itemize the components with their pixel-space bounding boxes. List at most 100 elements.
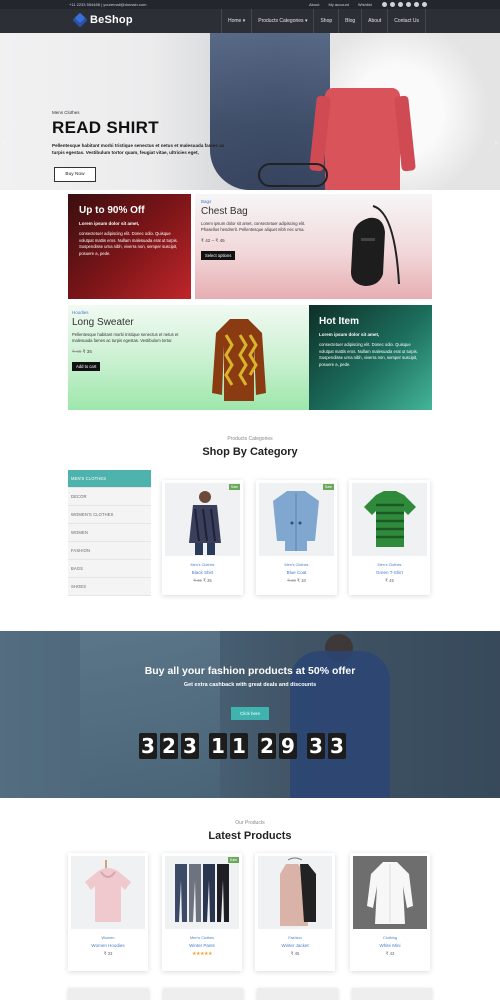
sale-badge: Sale [227, 857, 239, 863]
countdown-timer: 3 2 3 1 1 2 9 3 3 [139, 733, 346, 759]
product-name[interactable]: White Mini [350, 943, 430, 948]
product-category[interactable]: Men's Clothes [349, 563, 430, 567]
twitter-icon[interactable] [390, 1, 395, 7]
category-list: MEN'S CLOTHES DECOR WOMEN'S CLOTHES WOME… [68, 470, 151, 596]
linkedin-icon[interactable] [406, 1, 411, 7]
main-nav: Home ▾ Products Categories ▾ Shop Blog A… [221, 9, 426, 33]
product-card-partial[interactable] [351, 988, 432, 1000]
promo-old-price: ₹ 45 [72, 349, 82, 354]
category-mens-clothes[interactable]: MEN'S CLOTHES [68, 470, 151, 488]
product-category[interactable]: Clothing [350, 936, 430, 940]
buy-now-button[interactable]: Buy Now [54, 167, 96, 182]
product-image[interactable] [259, 483, 334, 556]
product-card-partial[interactable] [68, 988, 149, 1000]
promo-new-price: ₹ 35 [82, 349, 92, 354]
product-category[interactable]: Men's Clothes [256, 563, 337, 567]
new-price: ₹ 35 [203, 578, 212, 583]
product-card-women-hoodies[interactable]: Women Women Hoodies ₹ 33 [68, 853, 148, 971]
product-card-winter-pants[interactable]: Sale Men's Clothes Winter Pants ★★★★★ [162, 853, 242, 971]
nav-shop[interactable]: Shop [313, 9, 338, 33]
promo-chest-bag: Bags Chest Bag Lorem ipsum dolor sit ame… [195, 194, 432, 299]
countdown-separator [300, 733, 304, 759]
countdown-digit: 3 [181, 733, 199, 759]
product-image[interactable] [353, 856, 427, 929]
promo-hot-item[interactable]: Hot Item Lorem ipsum dolor sit amet, con… [309, 305, 432, 410]
promo-text: consectetuer adipiscing elit. Donec odio… [79, 231, 178, 256]
new-price: ₹ 18 [297, 578, 306, 583]
product-name[interactable]: Winter Jacket [255, 943, 335, 948]
product-image[interactable] [165, 483, 240, 556]
latest-title: Latest Products [208, 830, 292, 842]
product-card-blue-coat[interactable]: Sale Men's Clothes Blue Coat ₹ 20 ₹ 18 [256, 480, 337, 595]
product-name[interactable]: Black Shirt [162, 570, 243, 575]
instagram-icon[interactable] [414, 1, 419, 7]
hero-description: Pellentesque habitant morbi tristique se… [52, 143, 225, 155]
latest-subtitle: Our Products [235, 820, 265, 826]
category-women[interactable]: WOMEN [68, 524, 151, 542]
countdown-digit: 1 [230, 733, 248, 759]
product-name[interactable]: Blue Coat [256, 570, 337, 575]
nav-products-categories[interactable]: Products Categories ▾ [251, 9, 313, 33]
top-link-about[interactable]: About [309, 2, 319, 7]
product-category[interactable]: Fashion [255, 936, 335, 940]
nav-blog[interactable]: Blog [338, 9, 361, 33]
facebook-icon[interactable] [382, 1, 387, 7]
promo-bold-text: Lorem ipsum dolor sit amet, [79, 221, 140, 226]
product-name[interactable]: Winter Pants [162, 943, 242, 948]
category-decor[interactable]: DECOR [68, 488, 151, 506]
product-image[interactable] [165, 856, 239, 929]
product-card-partial[interactable] [162, 988, 243, 1000]
countdown-separator [202, 733, 206, 759]
chest-bag-image [351, 205, 400, 286]
slider-next-icon[interactable]: › [495, 140, 497, 147]
product-card-green-tshirt[interactable]: Men's Clothes Green T-Shirt ₹ 45 [349, 480, 430, 595]
product-image[interactable] [71, 856, 145, 929]
site-logo[interactable]: BeShop [72, 12, 133, 28]
white-mini-image [367, 862, 413, 924]
category-fashion[interactable]: FASHION [68, 542, 151, 560]
product-image[interactable] [258, 856, 332, 929]
category-bags[interactable]: BAGS [68, 560, 151, 578]
nav-home[interactable]: Home ▾ [221, 9, 251, 33]
logo-text: BeShop [90, 14, 133, 26]
nav-contact-us[interactable]: Contact Us [387, 9, 426, 33]
winter-jacket-image [280, 857, 316, 926]
product-name[interactable]: Women Hoodies [68, 943, 148, 948]
product-image[interactable] [352, 483, 427, 556]
category-shoes[interactable]: SHOES [68, 578, 151, 596]
product-category[interactable]: Men's Clothes [162, 563, 243, 567]
add-to-cart-button[interactable]: Add to cart [72, 362, 101, 371]
google-icon[interactable] [398, 1, 403, 7]
pinterest-icon[interactable] [422, 1, 427, 7]
category-womens-clothes[interactable]: WOMEN'S CLOTHES [68, 506, 151, 524]
old-price: ₹ 20 [287, 578, 296, 583]
promo-title: Up to 90% Off [79, 205, 145, 216]
countdown-digit: 2 [258, 733, 276, 759]
site-header: BeShop Home ▾ Products Categories ▾ Shop… [0, 9, 500, 33]
women-hoodies-image [85, 860, 131, 922]
promo-category-link[interactable]: Hoodies [72, 310, 305, 315]
nav-about[interactable]: About [361, 9, 387, 33]
promo-title[interactable]: Long Sweater [72, 317, 305, 328]
hero-slider: Mens Clothes READ SHIRT Pellentesque hab… [0, 33, 500, 190]
countdown-digit: 3 [328, 733, 346, 759]
countdown-digit: 1 [209, 733, 227, 759]
product-price: ₹ 33 [103, 951, 113, 956]
select-options-button[interactable]: Select options [201, 251, 236, 260]
product-name[interactable]: Green T-Shirt [349, 570, 430, 575]
product-category[interactable]: Women [68, 936, 148, 940]
promo-up-to-90-off[interactable]: Up to 90% Off Lorem ipsum dolor sit amet… [68, 194, 191, 299]
product-card-white-mini[interactable]: Clothing White Mini ₹ 43 [350, 853, 430, 971]
product-card-black-shirt[interactable]: Sale Men's Clothes Black Shirt ₹ 45 ₹ 35 [162, 480, 243, 595]
promo-text: consectetuer adipiscing elit. Donec odio… [319, 342, 418, 367]
product-category[interactable]: Men's Clothes [162, 936, 242, 940]
slider-prev-icon[interactable]: ‹ [3, 140, 5, 147]
promo-price: ₹ 45 ₹ 35 [72, 349, 305, 355]
logo-cube-icon [72, 12, 88, 28]
banner-title: Buy all your fashion products at 50% off… [144, 665, 356, 677]
product-card-partial[interactable] [257, 988, 338, 1000]
product-card-winter-jacket[interactable]: Fashion Winter Jacket ₹ 45 [255, 853, 335, 971]
top-link-wishlist[interactable]: Wishlist [358, 2, 372, 7]
click-here-button[interactable]: Click here [231, 707, 269, 720]
top-link-my-account[interactable]: My account [328, 2, 348, 7]
